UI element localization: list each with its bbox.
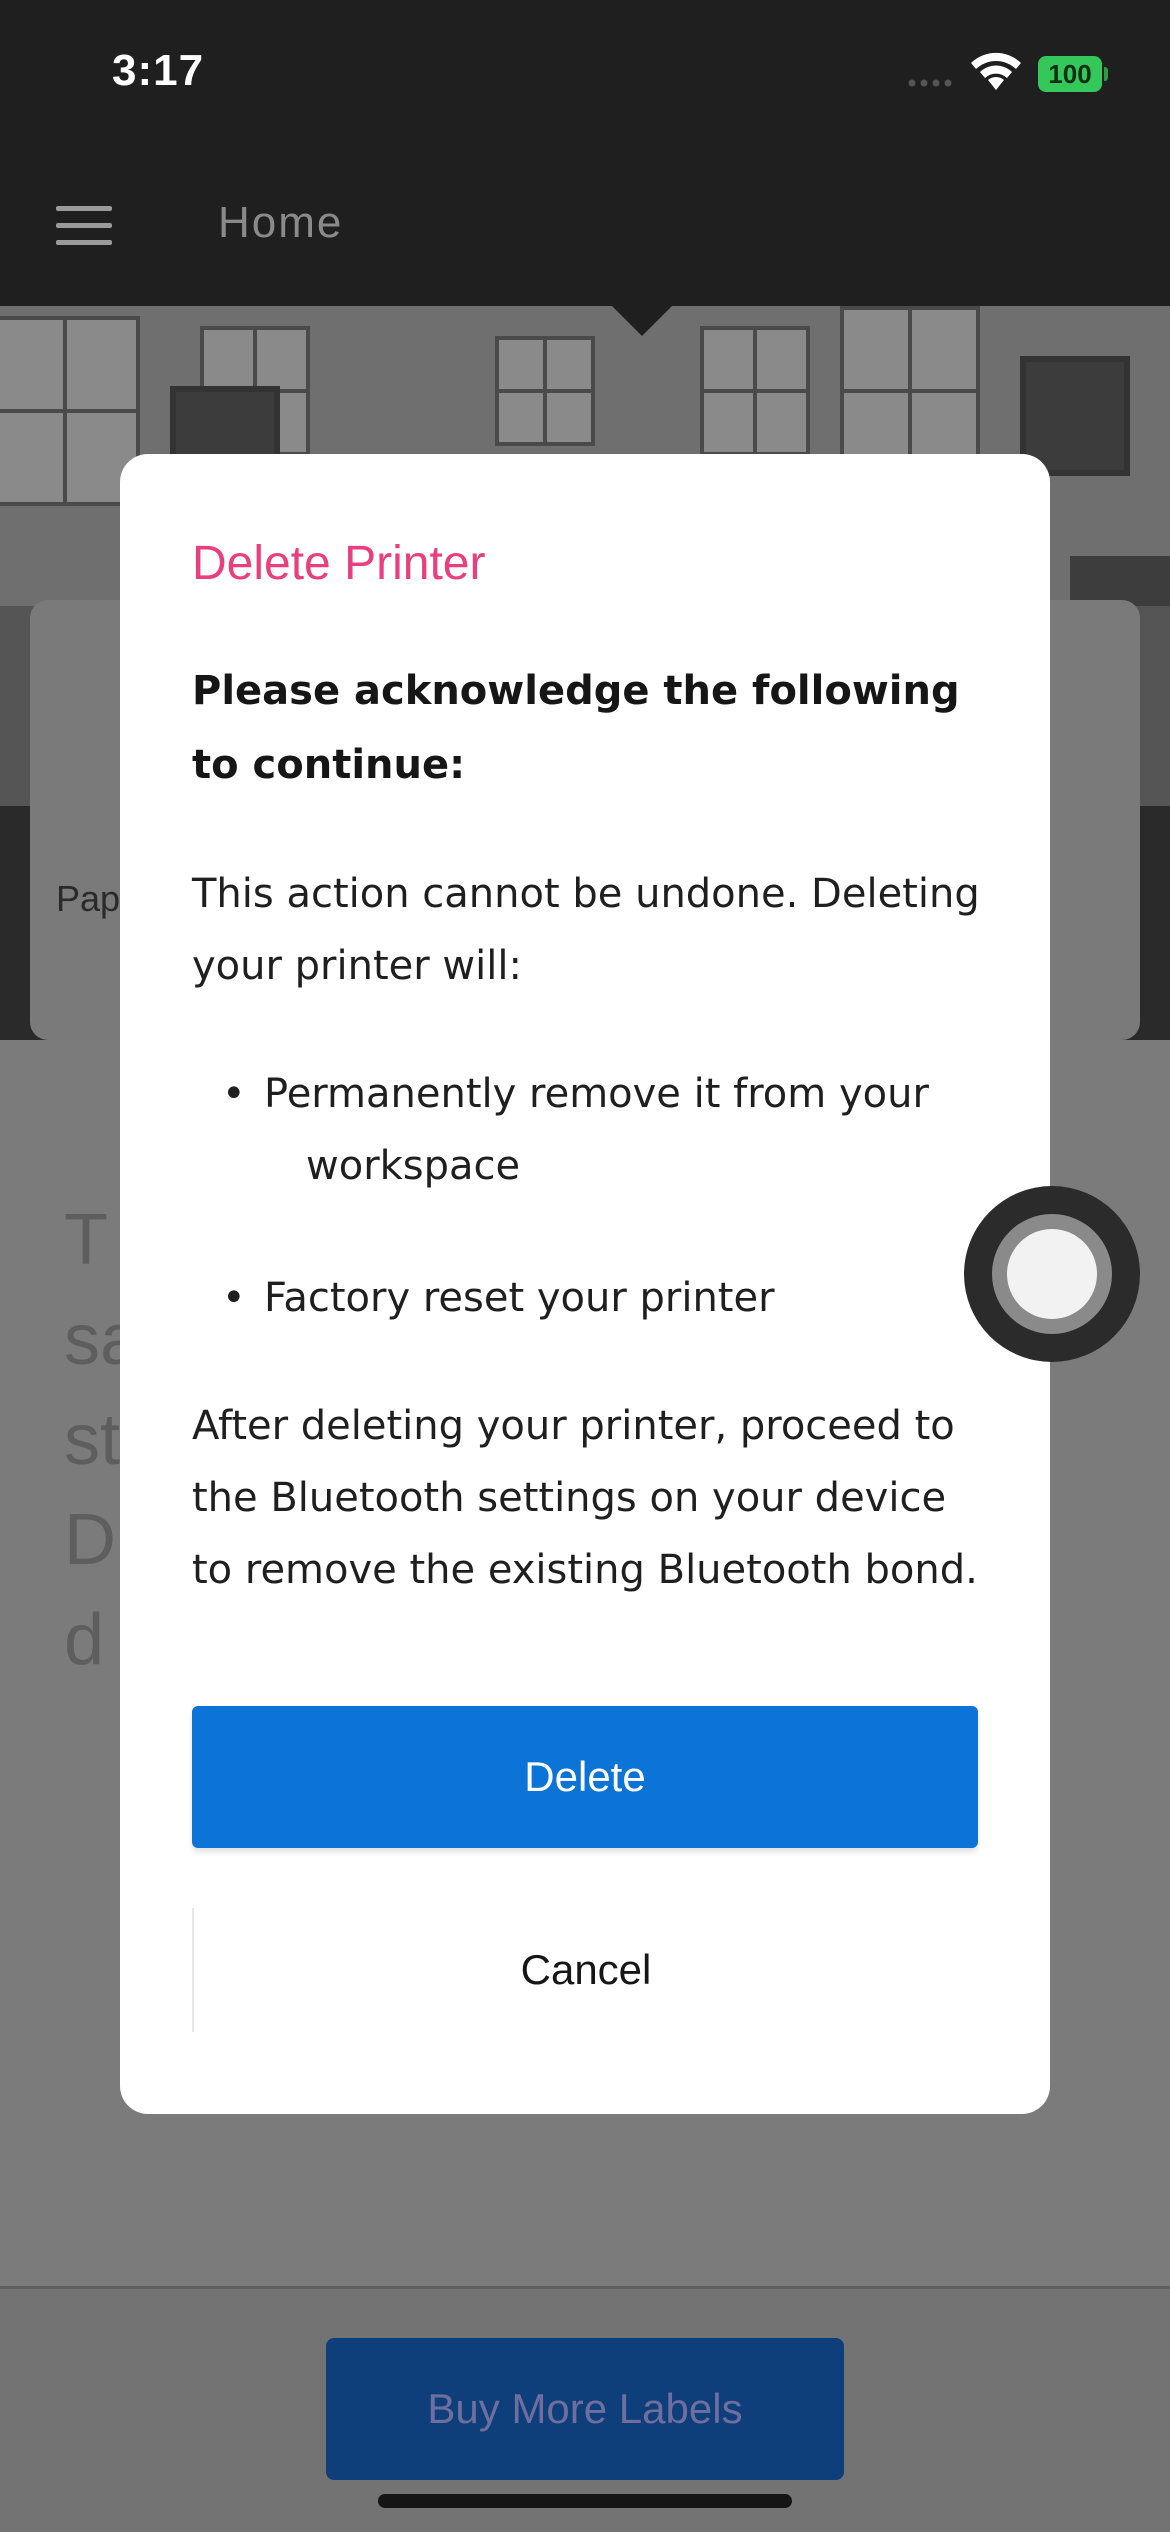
app-bar: Home <box>0 150 1170 306</box>
assistive-touch-ring <box>992 1214 1112 1334</box>
page-title: Home <box>218 198 344 247</box>
bullet-item: • Permanently remove it from your worksp… <box>222 1058 982 1202</box>
status-bar: 3:17 100 <box>0 0 1170 150</box>
bullet-dot-icon: • <box>222 1071 246 1117</box>
buy-more-labels-button[interactable]: Buy More Labels <box>326 2338 844 2480</box>
bullet-dot-icon: • <box>222 1275 246 1321</box>
battery-tip <box>1104 67 1108 81</box>
hamburger-menu-icon[interactable] <box>56 206 112 246</box>
dialog-intro-text: This action cannot be undone. Deleting y… <box>192 871 980 989</box>
cellular-signal-icon <box>908 79 952 87</box>
delete-printer-dialog: Delete Printer Please acknowledge the fo… <box>120 454 1050 2114</box>
bullet-item: • Factory reset your printer <box>222 1262 982 1334</box>
battery-icon: 100 <box>1038 56 1102 92</box>
cancel-button[interactable]: Cancel <box>192 1908 978 2032</box>
screen: 3:17 100 Home Pap T sa st D d Buy More L… <box>0 0 1170 2532</box>
status-time: 3:17 <box>112 46 205 95</box>
battery-level: 100 <box>1048 58 1092 89</box>
bullet-text: Permanently remove it from your workspac… <box>264 1071 929 1189</box>
assistive-touch-icon[interactable] <box>964 1186 1140 1362</box>
dialog-title: Delete Printer <box>192 537 486 590</box>
home-indicator <box>378 2494 792 2508</box>
dialog-after-text: After deleting your printer, proceed to … <box>192 1403 978 1593</box>
printer-card-text: Pap <box>56 878 121 919</box>
dialog-subtitle: Please acknowledge the following to cont… <box>192 668 960 788</box>
wifi-icon <box>971 52 1021 90</box>
bullet-text: Factory reset your printer <box>264 1275 775 1321</box>
assistive-touch-core <box>1007 1229 1097 1319</box>
delete-button[interactable]: Delete <box>192 1706 978 1848</box>
